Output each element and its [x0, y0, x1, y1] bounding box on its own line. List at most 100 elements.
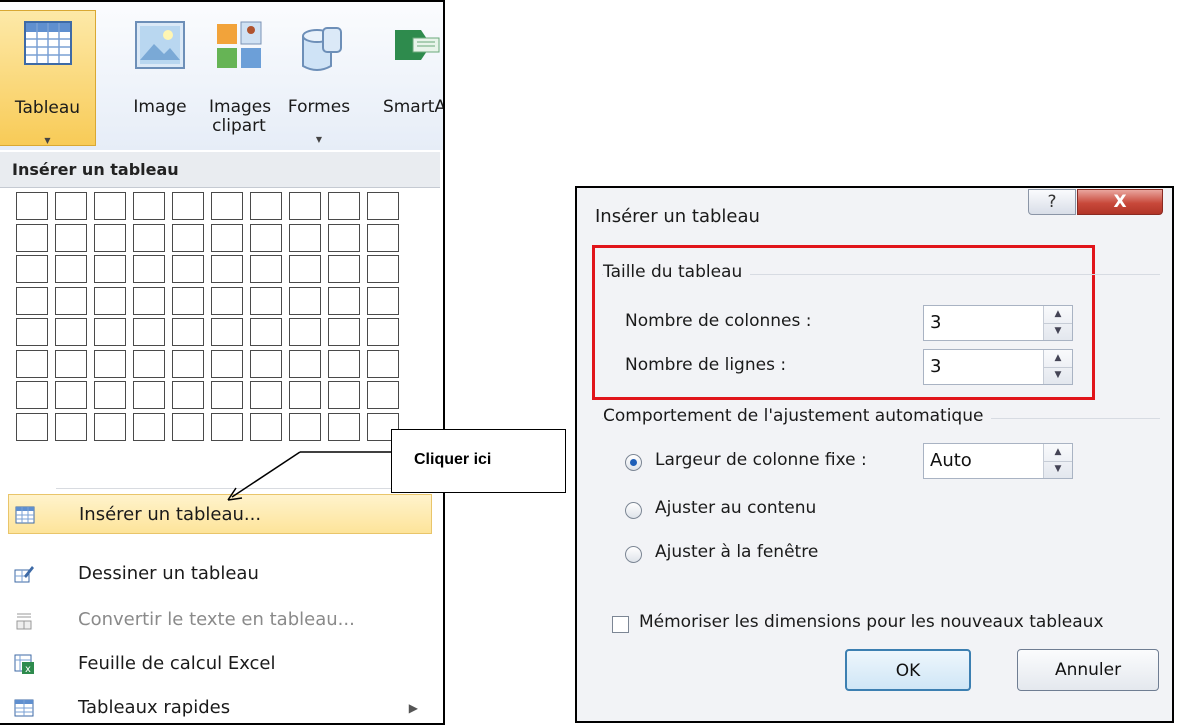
tableau-button[interactable]: Tableau ▼ — [0, 10, 96, 146]
grid-cell[interactable] — [250, 318, 282, 346]
grid-cell[interactable] — [250, 192, 282, 220]
grid-cell[interactable] — [172, 381, 204, 409]
grid-cell[interactable] — [133, 349, 165, 378]
grid-cell[interactable] — [172, 223, 204, 252]
grid-cell[interactable] — [94, 223, 126, 252]
grid-cell[interactable] — [172, 349, 204, 378]
menu-item-dessiner-tableau[interactable]: Dessiner un tableau — [8, 554, 432, 594]
grid-cell[interactable] — [94, 381, 126, 409]
grid-cell[interactable] — [367, 318, 399, 346]
grid-cell[interactable] — [211, 318, 243, 346]
stepper-up-icon[interactable]: ▲ — [1044, 306, 1072, 324]
grid-cell[interactable] — [328, 223, 360, 252]
grid-cell[interactable] — [172, 412, 204, 441]
grid-cell[interactable] — [289, 381, 321, 409]
grid-cell[interactable] — [367, 255, 399, 283]
grid-cell[interactable] — [133, 255, 165, 283]
remember-dimensions-label[interactable]: Mémoriser les dimensions pour les nouvea… — [639, 612, 1104, 632]
grid-cell[interactable] — [211, 349, 243, 378]
grid-cell[interactable] — [133, 286, 165, 315]
menu-item-inserer-tableau[interactable]: Insérer un tableau... — [8, 494, 432, 534]
close-button[interactable]: X — [1077, 189, 1163, 215]
grid-cell[interactable] — [367, 223, 399, 252]
radio-fit-content-label[interactable]: Ajuster au contenu — [655, 498, 816, 518]
grid-cell[interactable] — [211, 286, 243, 315]
menu-item-feuille-excel[interactable]: x Feuille de calcul Excel — [8, 644, 432, 684]
grid-cell[interactable] — [16, 318, 48, 346]
grid-cell[interactable] — [211, 381, 243, 409]
rows-value[interactable]: 3 — [930, 350, 941, 384]
grid-cell[interactable] — [328, 349, 360, 378]
grid-cell[interactable] — [211, 412, 243, 441]
grid-cell[interactable] — [16, 223, 48, 252]
grid-cell[interactable] — [328, 192, 360, 220]
radio-fit-window-label[interactable]: Ajuster à la fenêtre — [655, 542, 818, 562]
grid-cell[interactable] — [55, 223, 87, 252]
grid-cell[interactable] — [367, 381, 399, 409]
grid-cell[interactable] — [16, 255, 48, 283]
grid-cell[interactable] — [172, 255, 204, 283]
grid-cell[interactable] — [289, 412, 321, 441]
grid-cell[interactable] — [250, 255, 282, 283]
grid-cell[interactable] — [94, 318, 126, 346]
table-size-grid[interactable] — [16, 192, 406, 444]
grid-cell[interactable] — [16, 192, 48, 220]
grid-cell[interactable] — [250, 223, 282, 252]
grid-cell[interactable] — [16, 381, 48, 409]
smartart-button[interactable]: SmartA — [356, 10, 443, 146]
radio-fixed-width[interactable] — [625, 454, 642, 471]
grid-cell[interactable] — [328, 412, 360, 441]
grid-cell[interactable] — [55, 412, 87, 441]
fixed-width-stepper[interactable]: Auto ▲ ▼ — [923, 443, 1073, 479]
ok-button[interactable]: OK — [845, 649, 971, 691]
grid-cell[interactable] — [211, 255, 243, 283]
stepper-up-icon[interactable]: ▲ — [1044, 350, 1072, 368]
grid-cell[interactable] — [94, 192, 126, 220]
formes-button[interactable]: Formes ▼ — [282, 10, 356, 146]
grid-cell[interactable] — [289, 192, 321, 220]
grid-cell[interactable] — [172, 192, 204, 220]
grid-cell[interactable] — [328, 255, 360, 283]
grid-cell[interactable] — [94, 255, 126, 283]
grid-cell[interactable] — [55, 349, 87, 378]
stepper-down-icon[interactable]: ▼ — [1044, 323, 1072, 340]
grid-cell[interactable] — [211, 192, 243, 220]
radio-fit-window[interactable] — [625, 546, 642, 563]
radio-fit-content[interactable] — [625, 502, 642, 519]
grid-cell[interactable] — [55, 286, 87, 315]
grid-cell[interactable] — [211, 223, 243, 252]
grid-cell[interactable] — [250, 412, 282, 441]
radio-fixed-width-label[interactable]: Largeur de colonne fixe : — [655, 450, 867, 470]
grid-cell[interactable] — [289, 349, 321, 378]
remember-dimensions-checkbox[interactable] — [612, 616, 629, 633]
grid-cell[interactable] — [250, 381, 282, 409]
grid-cell[interactable] — [367, 349, 399, 378]
columns-stepper[interactable]: 3 ▲ ▼ — [923, 305, 1073, 341]
grid-cell[interactable] — [328, 318, 360, 346]
grid-cell[interactable] — [55, 255, 87, 283]
fixed-width-value[interactable]: Auto — [930, 444, 972, 478]
grid-cell[interactable] — [55, 192, 87, 220]
stepper-down-icon[interactable]: ▼ — [1044, 367, 1072, 384]
grid-cell[interactable] — [55, 381, 87, 409]
grid-cell[interactable] — [328, 381, 360, 409]
grid-cell[interactable] — [94, 412, 126, 441]
stepper-up-icon[interactable]: ▲ — [1044, 444, 1072, 462]
image-button[interactable]: Image — [120, 10, 200, 146]
grid-cell[interactable] — [94, 349, 126, 378]
cancel-button[interactable]: Annuler — [1017, 649, 1159, 691]
grid-cell[interactable] — [289, 223, 321, 252]
grid-cell[interactable] — [133, 381, 165, 409]
grid-cell[interactable] — [367, 286, 399, 315]
grid-cell[interactable] — [16, 412, 48, 441]
grid-cell[interactable] — [289, 286, 321, 315]
grid-cell[interactable] — [250, 286, 282, 315]
help-button[interactable]: ? — [1028, 189, 1076, 215]
grid-cell[interactable] — [133, 412, 165, 441]
stepper-down-icon[interactable]: ▼ — [1044, 461, 1072, 478]
grid-cell[interactable] — [94, 286, 126, 315]
grid-cell[interactable] — [133, 223, 165, 252]
grid-cell[interactable] — [250, 349, 282, 378]
rows-stepper[interactable]: 3 ▲ ▼ — [923, 349, 1073, 385]
grid-cell[interactable] — [55, 318, 87, 346]
